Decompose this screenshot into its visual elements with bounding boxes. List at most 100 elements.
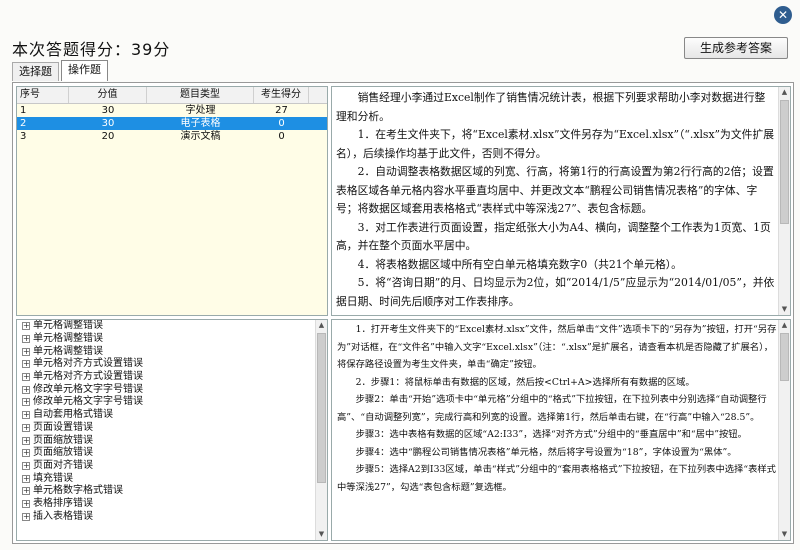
error-tree-item[interactable]: + 单元格对齐方式设置错误 xyxy=(17,371,327,384)
column-header-score[interactable]: 考生得分 xyxy=(254,87,309,103)
scroll-up-icon[interactable]: ▲ xyxy=(779,87,790,98)
table-header: 序号 分值 题目类型 考生得分 xyxy=(17,87,327,104)
answer-paragraph: 步骤5：选择A2到I33区域，单击“样式”分组中的“套用表格格式”下拉按钮，在下… xyxy=(337,464,776,493)
scroll-thumb[interactable] xyxy=(780,333,789,381)
error-item-label: 单元格对齐方式设置错误 xyxy=(33,358,143,370)
error-tree-item[interactable]: + 自动套用格式错误 xyxy=(17,409,327,422)
tab-operation-questions[interactable]: 操作题 xyxy=(61,60,108,81)
question-panel[interactable]: 销售经理小李通过Excel制作了销售情况统计表，根据下列要求帮助小李对数据进行整… xyxy=(331,86,791,316)
error-scrollbar[interactable]: ▲ ▼ xyxy=(315,320,327,540)
scroll-up-icon[interactable]: ▲ xyxy=(779,320,790,331)
error-tree-item[interactable]: + 表格排序错误 xyxy=(17,498,327,511)
row-type: 字处理 xyxy=(185,105,216,116)
expand-plus-icon[interactable]: + xyxy=(22,449,30,458)
expand-plus-icon[interactable]: + xyxy=(22,512,30,521)
expand-plus-icon[interactable]: + xyxy=(22,347,30,356)
row-number: 1 xyxy=(20,105,27,116)
error-item-label: 自动套用格式错误 xyxy=(33,409,113,421)
error-item-label: 页面缩放错误 xyxy=(33,447,93,459)
tab-bar: 选择题 操作题 xyxy=(12,60,108,82)
question-paragraph: 3．对工作表进行页面设置，指定纸张大小为A4、横向，调整整个工作表为1页宽、1页… xyxy=(336,220,771,253)
main-frame: 序号 分值 题目类型 考生得分 1 30 字处理 27 2 30 电子表格 0 … xyxy=(12,82,794,544)
row-points: 30 xyxy=(101,105,115,116)
error-tree-item[interactable]: + 填充错误 xyxy=(17,472,327,485)
close-icon[interactable]: ✕ xyxy=(774,6,792,24)
expand-plus-icon[interactable]: + xyxy=(22,423,30,432)
row-score: 0 xyxy=(278,118,285,129)
error-item-label: 插入表格错误 xyxy=(33,510,93,522)
score-table: 序号 分值 题目类型 考生得分 1 30 字处理 27 2 30 电子表格 0 … xyxy=(16,86,328,316)
error-item-label: 页面设置错误 xyxy=(33,421,93,433)
error-tree-item[interactable]: + 页面设置错误 xyxy=(17,422,327,435)
scroll-thumb[interactable] xyxy=(317,333,326,483)
scroll-down-icon[interactable]: ▼ xyxy=(779,304,790,315)
answer-paragraph: 2．步骤1：将鼠标单击有数据的区域，然后按<Ctrl+A>选择所有有数据的区域。 xyxy=(355,376,695,388)
table-row[interactable]: 1 30 字处理 27 xyxy=(17,104,327,117)
row-type: 演示文稿 xyxy=(180,131,221,142)
expand-plus-icon[interactable]: + xyxy=(22,461,30,470)
answer-panel[interactable]: 1．打开考生文件夹下的“Excel素材.xlsx”文件，然后单击“文件”选项卡下… xyxy=(331,319,791,541)
expand-plus-icon[interactable]: + xyxy=(22,411,30,420)
error-tree-item[interactable]: + 页面对齐错误 xyxy=(17,460,327,473)
expand-plus-icon[interactable]: + xyxy=(22,322,30,331)
error-tree-item[interactable]: + 单元格调整错误 xyxy=(17,333,327,346)
scroll-down-icon[interactable]: ▼ xyxy=(779,529,790,540)
error-tree-item[interactable]: + 页面缩放错误 xyxy=(17,447,327,460)
answer-scrollbar[interactable]: ▲ ▼ xyxy=(778,320,790,540)
error-tree-item[interactable]: + 修改单元格文字字号错误 xyxy=(17,396,327,409)
error-tree[interactable]: + 单元格调整错误 + 单元格调整错误 + 单元格调整错误 + 单元格对齐方式设置错误 + 单元格… xyxy=(16,319,328,541)
error-tree-item[interactable]: + 单元格调整错误 xyxy=(17,345,327,358)
scroll-up-icon[interactable]: ▲ xyxy=(316,320,327,331)
column-header-type[interactable]: 题目类型 xyxy=(147,87,254,103)
error-item-label: 页面对齐错误 xyxy=(33,459,93,471)
error-item-label: 修改单元格文字字号错误 xyxy=(33,396,143,408)
row-score: 27 xyxy=(275,105,288,116)
expand-plus-icon[interactable]: + xyxy=(22,474,30,483)
error-tree-item[interactable]: + 修改单元格文字字号错误 xyxy=(17,383,327,396)
error-item-label: 填充错误 xyxy=(33,472,73,484)
expand-plus-icon[interactable]: + xyxy=(22,487,30,496)
error-tree-item[interactable]: + 插入表格错误 xyxy=(17,510,327,523)
row-score: 0 xyxy=(278,131,285,142)
expand-plus-icon[interactable]: + xyxy=(22,335,30,344)
question-paragraph: 销售经理小李通过Excel制作了销售情况统计表，根据下列要求帮助小李对数据进行整… xyxy=(336,91,766,123)
row-number: 2 xyxy=(20,118,27,129)
error-tree-item[interactable]: + 单元格数字格式错误 xyxy=(17,485,327,498)
expand-plus-icon[interactable]: + xyxy=(22,436,30,445)
question-scrollbar[interactable]: ▲ ▼ xyxy=(778,87,790,315)
question-paragraph: 2．自动调整表格数据区域的列宽、行高，将第1行的行高设置为第2行行高的2倍；设置… xyxy=(336,165,774,215)
error-item-label: 修改单元格文字字号错误 xyxy=(33,383,143,395)
expand-plus-icon[interactable]: + xyxy=(22,499,30,508)
column-header-points[interactable]: 分值 xyxy=(69,87,147,103)
answer-paragraph: 步骤3：选中表格有数据的区域“A2:I33”，选择“对齐方式”分组中的“垂直居中… xyxy=(355,429,747,440)
column-header-number[interactable]: 序号 xyxy=(17,87,69,103)
question-paragraph: 1．在考生文件夹下，将“Excel素材.xlsx”文件另存为“Excel.xls… xyxy=(336,128,775,160)
error-item-label: 单元格对齐方式设置错误 xyxy=(33,371,143,383)
answer-paragraph: 步骤2：单击“开始”选项卡中“单元格”分组中的“格式”下拉按钮，在下拉列表中分别… xyxy=(337,394,767,423)
question-text: 销售经理小李通过Excel制作了销售情况统计表，根据下列要求帮助小李对数据进行整… xyxy=(336,89,776,311)
error-item-label: 页面缩放错误 xyxy=(33,434,93,446)
expand-plus-icon[interactable]: + xyxy=(22,360,30,369)
scroll-thumb[interactable] xyxy=(780,100,789,224)
expand-plus-icon[interactable]: + xyxy=(22,385,30,394)
error-tree-item[interactable]: + 页面缩放错误 xyxy=(17,434,327,447)
tab-choice-questions[interactable]: 选择题 xyxy=(12,62,59,81)
question-paragraph: 4．将表格数据区域中所有空白单元格填充数字0（共21个单元格）。 xyxy=(357,257,682,271)
row-points: 20 xyxy=(101,131,115,142)
error-item-label: 单元格调整错误 xyxy=(33,320,103,332)
error-item-label: 单元格数字格式错误 xyxy=(33,485,123,497)
error-tree-item[interactable]: + 单元格调整错误 xyxy=(17,320,327,333)
score-title: 本次答题得分：39分 xyxy=(12,40,171,59)
row-number: 3 xyxy=(20,131,27,142)
answer-text: 1．打开考生文件夹下的“Excel素材.xlsx”文件，然后单击“文件”选项卡下… xyxy=(337,321,777,496)
error-tree-item[interactable]: + 单元格对齐方式设置错误 xyxy=(17,358,327,371)
scroll-down-icon[interactable]: ▼ xyxy=(316,529,327,540)
expand-plus-icon[interactable]: + xyxy=(22,398,30,407)
generate-answer-button[interactable]: 生成参考答案 xyxy=(684,37,788,59)
table-row-selected[interactable]: 2 30 电子表格 0 xyxy=(17,117,327,130)
answer-paragraph: 步骤4：选中“鹏程公司销售情况表格”单元格，然后将字号设置为“18”，字体设置为… xyxy=(355,446,737,458)
error-item-label: 单元格调整错误 xyxy=(33,345,103,357)
error-item-label: 表格排序错误 xyxy=(33,497,93,509)
expand-plus-icon[interactable]: + xyxy=(22,373,30,382)
table-row[interactable]: 3 20 演示文稿 0 xyxy=(17,130,327,143)
